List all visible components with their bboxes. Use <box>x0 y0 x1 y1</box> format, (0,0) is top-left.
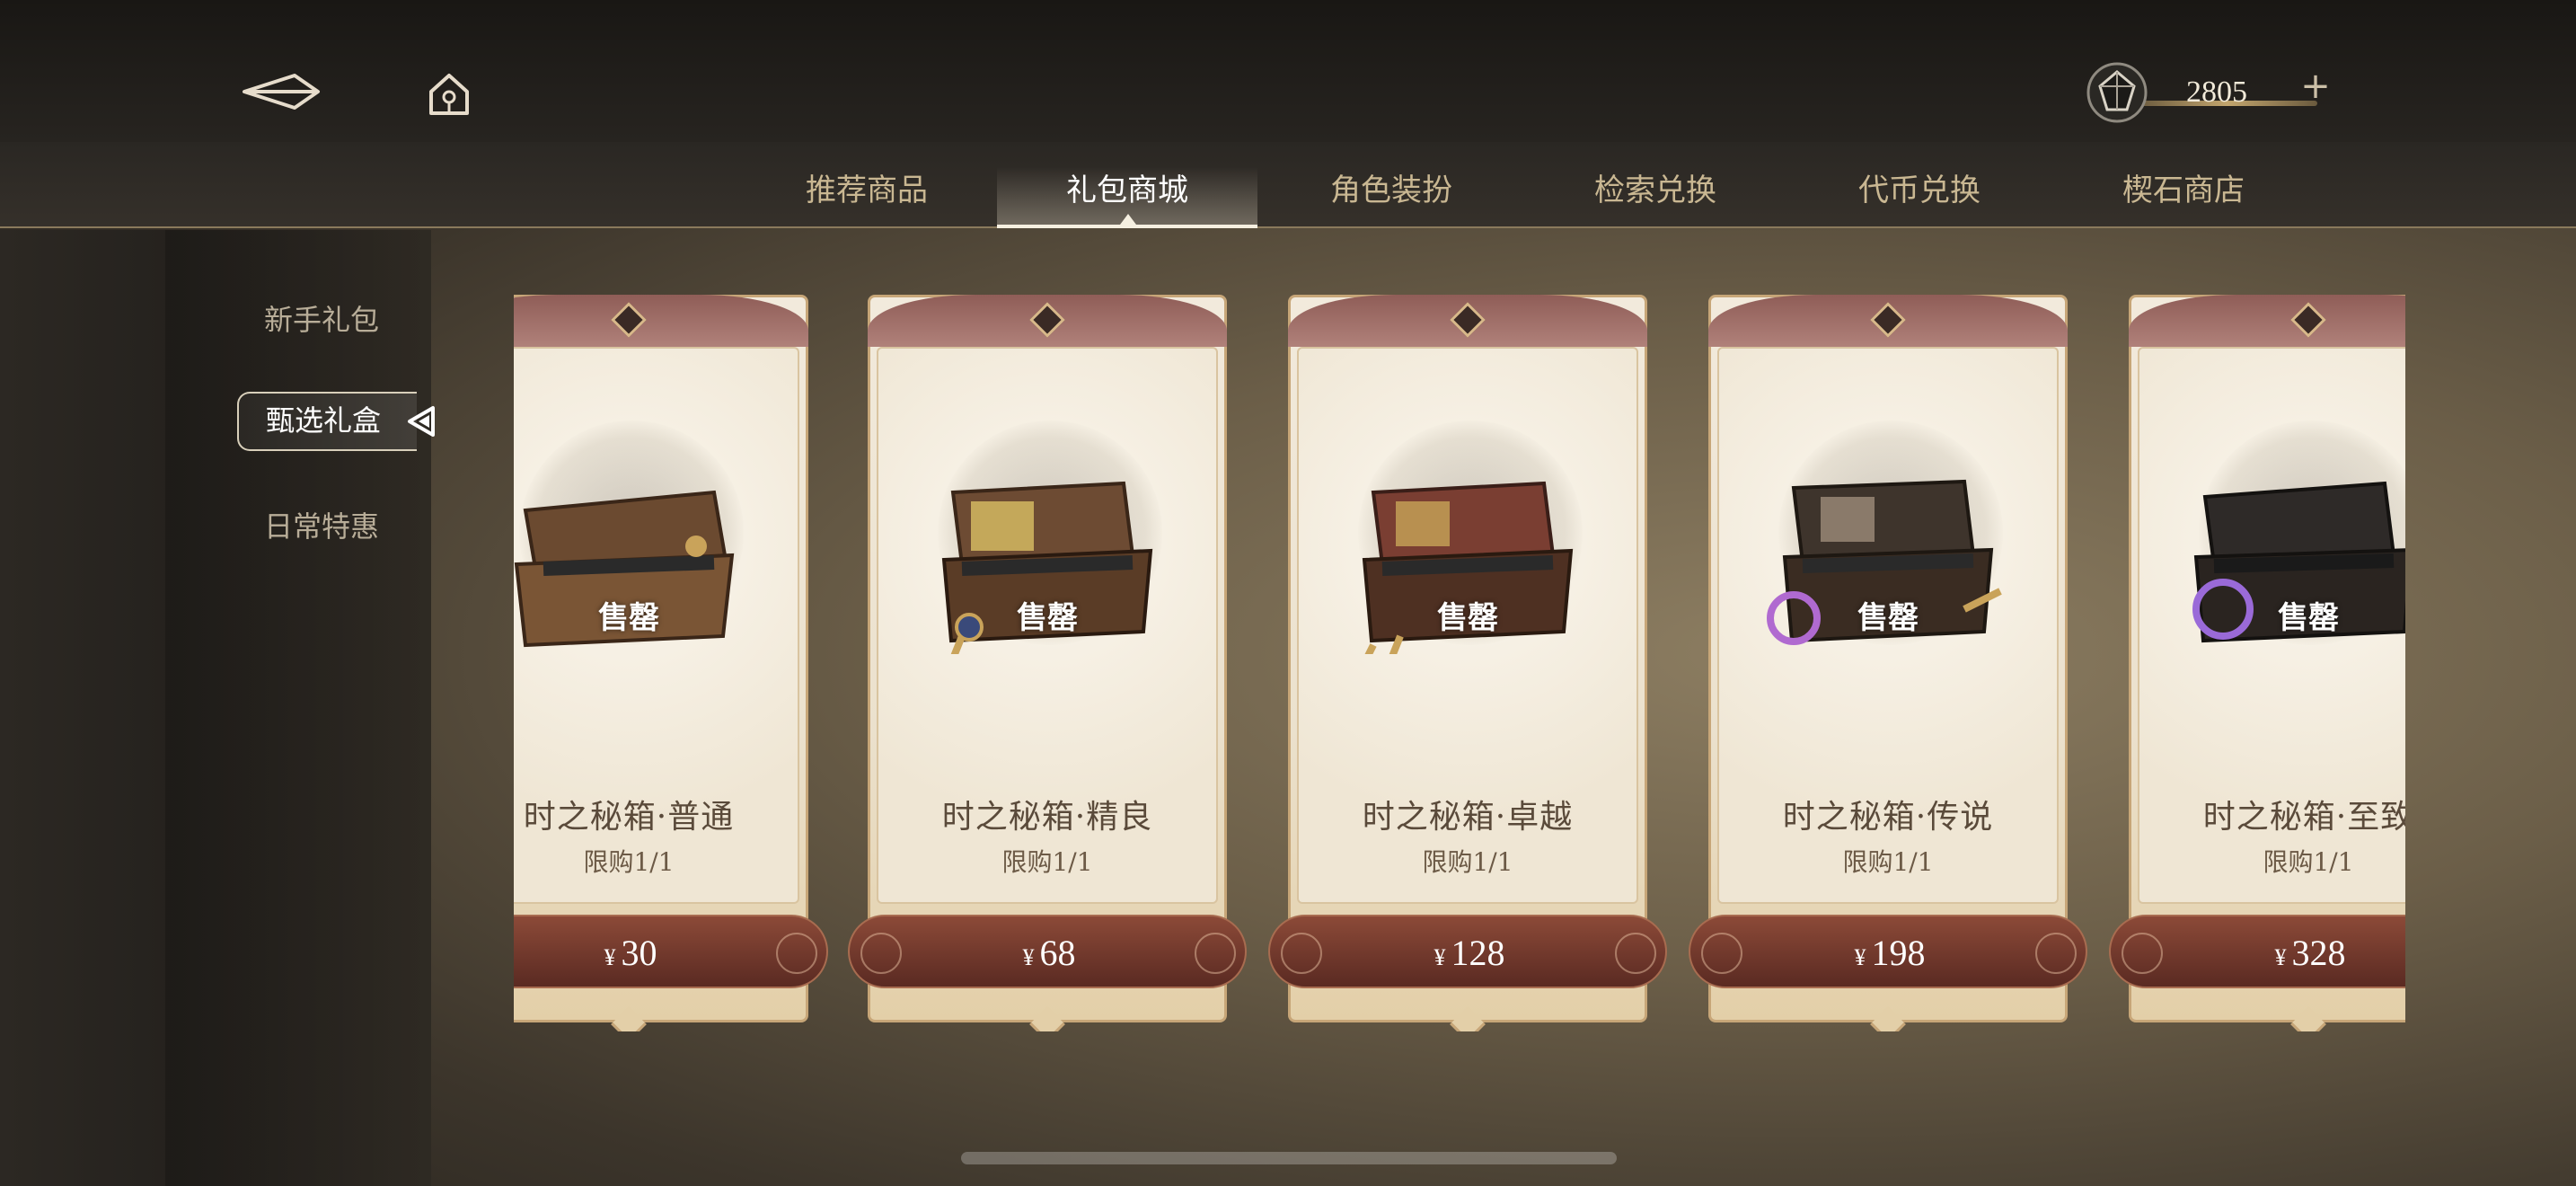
product-card[interactable]: 售罄 时之秘箱·卓越 限购1/1 ¥128 <box>1268 286 1667 1031</box>
home-icon <box>429 74 469 115</box>
product-name: 时之秘箱·至致 <box>2202 799 2405 836</box>
price-label: ¥68 <box>1022 933 1076 973</box>
price-label: ¥128 <box>1434 933 1505 973</box>
sold-out-label: 售罄 <box>2278 600 2339 636</box>
tab-gift-packs[interactable]: 礼包商城 <box>997 142 1257 228</box>
currency-amount: 2805 <box>2186 75 2247 109</box>
tab-search-exchange[interactable]: 检索兑换 <box>1525 142 1786 228</box>
price-button[interactable]: ¥68 <box>848 915 1247 988</box>
price-label: ¥328 <box>2274 933 2346 973</box>
price-label: ¥30 <box>604 933 657 973</box>
home-indicator[interactable] <box>961 1152 1617 1164</box>
home-button[interactable] <box>422 66 476 120</box>
price-button[interactable]: ¥30 <box>514 915 828 988</box>
purchase-limit: 限购1/1 <box>1422 847 1513 877</box>
sold-out-label: 售罄 <box>1857 600 1919 636</box>
sold-out-label: 售罄 <box>598 600 659 636</box>
price-button[interactable]: ¥198 <box>1689 915 2087 988</box>
purchase-limit: 限购1/1 <box>583 847 675 877</box>
tab-outfits[interactable]: 角色装扮 <box>1261 142 1522 228</box>
product-name: 时之秘箱·传说 <box>1782 799 1994 836</box>
card-crown <box>514 295 808 347</box>
sold-out-label: 售罄 <box>1437 600 1498 636</box>
purchase-limit: 限购1/1 <box>2263 847 2354 877</box>
purchase-limit: 限购1/1 <box>1001 847 1093 877</box>
back-button[interactable] <box>241 65 322 119</box>
card-crown <box>2129 295 2405 347</box>
gem-icon <box>2086 62 2148 123</box>
sidebar-item-selected-box[interactable]: 甄选礼盒 <box>237 392 417 451</box>
product-card[interactable]: 售罄 时之秘箱·精良 限购1/1 ¥68 <box>848 286 1247 1031</box>
sidebar-item-newbie-pack[interactable]: 新手礼包 <box>237 293 417 347</box>
sidebar-item-daily-deals[interactable]: 日常特惠 <box>237 500 417 553</box>
sold-out-label: 售罄 <box>1017 600 1078 636</box>
product-card[interactable]: 售罄 时之秘箱·传说 限购1/1 ¥198 <box>1689 286 2087 1031</box>
price-button[interactable]: ¥128 <box>1268 915 1667 988</box>
tab-wedge-shop[interactable]: 楔石商店 <box>2053 142 2314 228</box>
product-name: 时之秘箱·精良 <box>941 799 1153 836</box>
currency-display: 2805 + <box>2086 58 2331 123</box>
price-button[interactable]: ¥328 <box>2109 915 2405 988</box>
price-label: ¥198 <box>1854 933 1926 973</box>
add-currency-button[interactable]: + <box>2296 68 2335 108</box>
back-arrow-icon <box>243 74 320 110</box>
tab-token-exchange[interactable]: 代币兑换 <box>1789 142 2050 228</box>
product-name: 时之秘箱·普通 <box>523 799 735 836</box>
product-card[interactable]: 售罄 时之秘箱·普通 限购1/1 ¥30 <box>514 286 828 1031</box>
product-card[interactable]: 售罄 时之秘箱·至致 限购1/1 ¥328 <box>2109 286 2405 1031</box>
purchase-limit: 限购1/1 <box>1842 847 1934 877</box>
product-carousel[interactable]: 售罄 时之秘箱·普通 限购1/1 ¥30 售罄 时之秘箱·精良 限购1/1 ¥ … <box>514 286 2405 1031</box>
selected-indicator-icon <box>408 406 435 437</box>
active-tab-caret <box>1120 214 1136 225</box>
tab-recommended[interactable]: 推荐商品 <box>737 142 997 228</box>
sidebar <box>0 230 431 1186</box>
product-name: 时之秘箱·卓越 <box>1362 799 1574 836</box>
